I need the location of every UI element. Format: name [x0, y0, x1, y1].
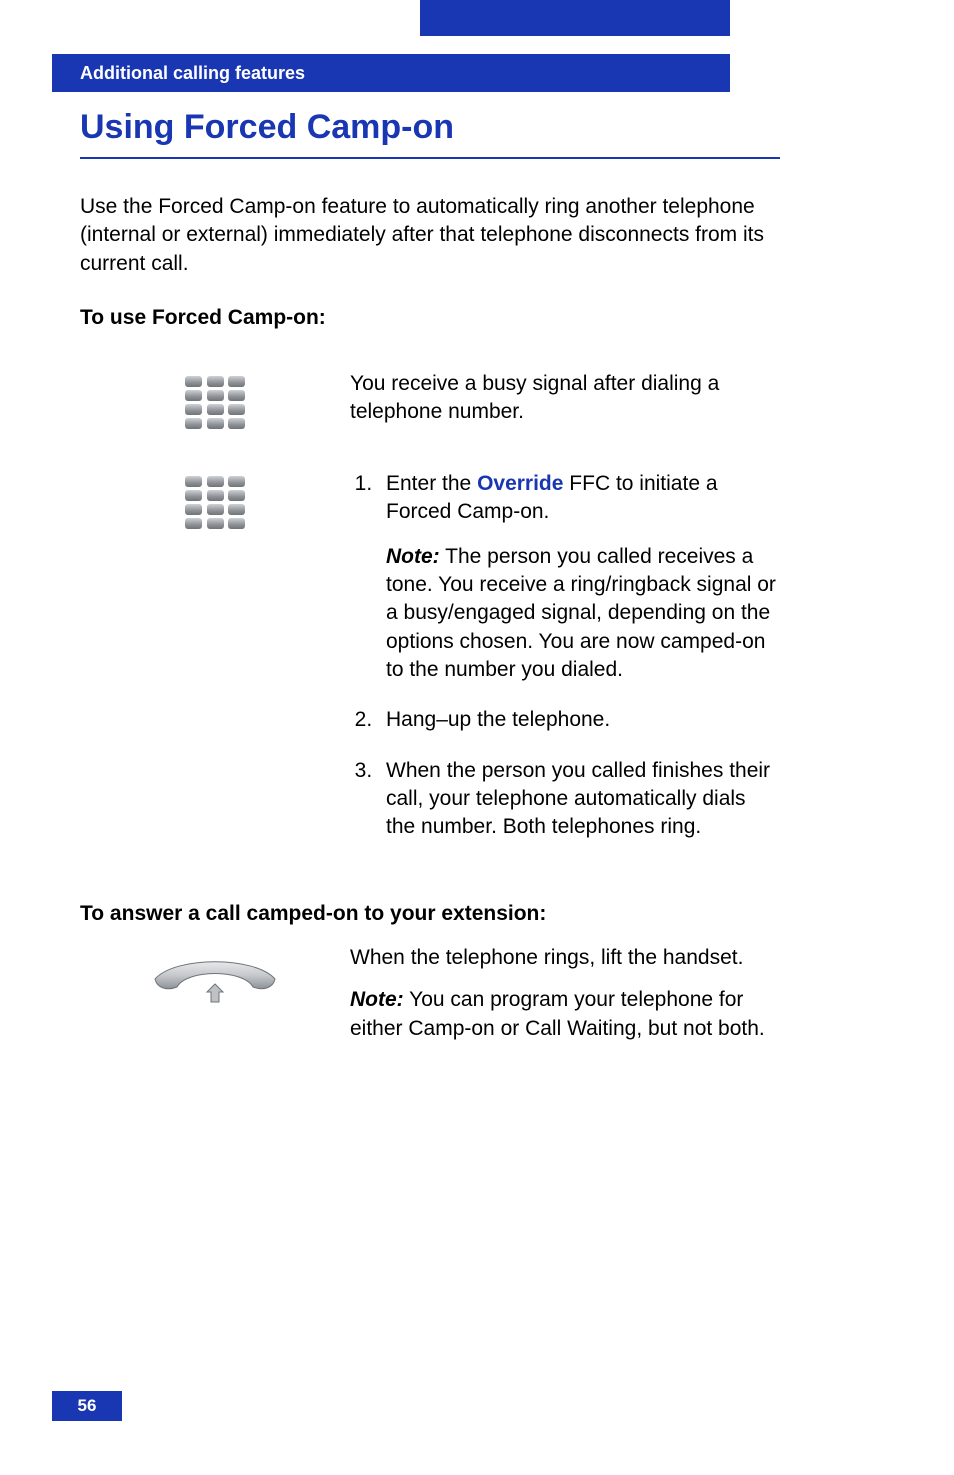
step-3: When the person you called finishes thei…: [378, 757, 780, 842]
top-accent-bar: [420, 0, 730, 36]
answer-text: When the telephone rings, lift the hands…: [350, 944, 780, 972]
content-area: Using Forced Camp-on Use the Forced Camp…: [80, 108, 780, 1081]
intro-paragraph: Use the Forced Camp-on feature to automa…: [80, 193, 780, 278]
answer-note-body: You can program your telephone for eithe…: [350, 988, 765, 1039]
row-answer: When the telephone rings, lift the hands…: [80, 944, 780, 1043]
keypad-icon: [185, 476, 245, 532]
note-label: Note:: [386, 545, 440, 568]
override-ffc-link[interactable]: Override: [477, 472, 563, 495]
page-number: 56: [52, 1391, 122, 1421]
handset-lift-icon: [145, 954, 285, 1009]
section-header-text: Additional calling features: [80, 63, 305, 84]
icon-col-keypad-2: [80, 470, 350, 532]
to-answer-heading: To answer a call camped-on to your exten…: [80, 902, 780, 926]
step-1-note-body: The person you called receives a tone. Y…: [386, 545, 776, 681]
note-label: Note:: [350, 988, 404, 1011]
section-header-band: Additional calling features: [52, 54, 730, 92]
icon-col-keypad-1: [80, 370, 350, 432]
busy-signal-text: You receive a busy signal after dialing …: [350, 370, 780, 427]
steps-text-col: Enter the Override FFC to initiate a For…: [350, 470, 780, 864]
row-busy-signal: You receive a busy signal after dialing …: [80, 370, 780, 432]
step-2: Hang–up the telephone.: [378, 706, 780, 734]
step-1: Enter the Override FFC to initiate a For…: [378, 470, 780, 684]
step-1-note: Note: The person you called receives a t…: [386, 543, 780, 685]
page: Additional calling features Using Forced…: [0, 0, 954, 1475]
title-rule: [80, 157, 780, 159]
steps-list: Enter the Override FFC to initiate a For…: [350, 470, 780, 842]
page-title: Using Forced Camp-on: [80, 108, 780, 153]
step-1-prefix: Enter the: [386, 472, 477, 495]
row-steps: Enter the Override FFC to initiate a For…: [80, 470, 780, 864]
answer-text-col: When the telephone rings, lift the hands…: [350, 944, 780, 1043]
icon-col-handset: [80, 944, 350, 1009]
to-use-heading: To use Forced Camp-on:: [80, 306, 780, 330]
keypad-icon: [185, 376, 245, 432]
answer-note: Note: You can program your telephone for…: [350, 986, 780, 1043]
